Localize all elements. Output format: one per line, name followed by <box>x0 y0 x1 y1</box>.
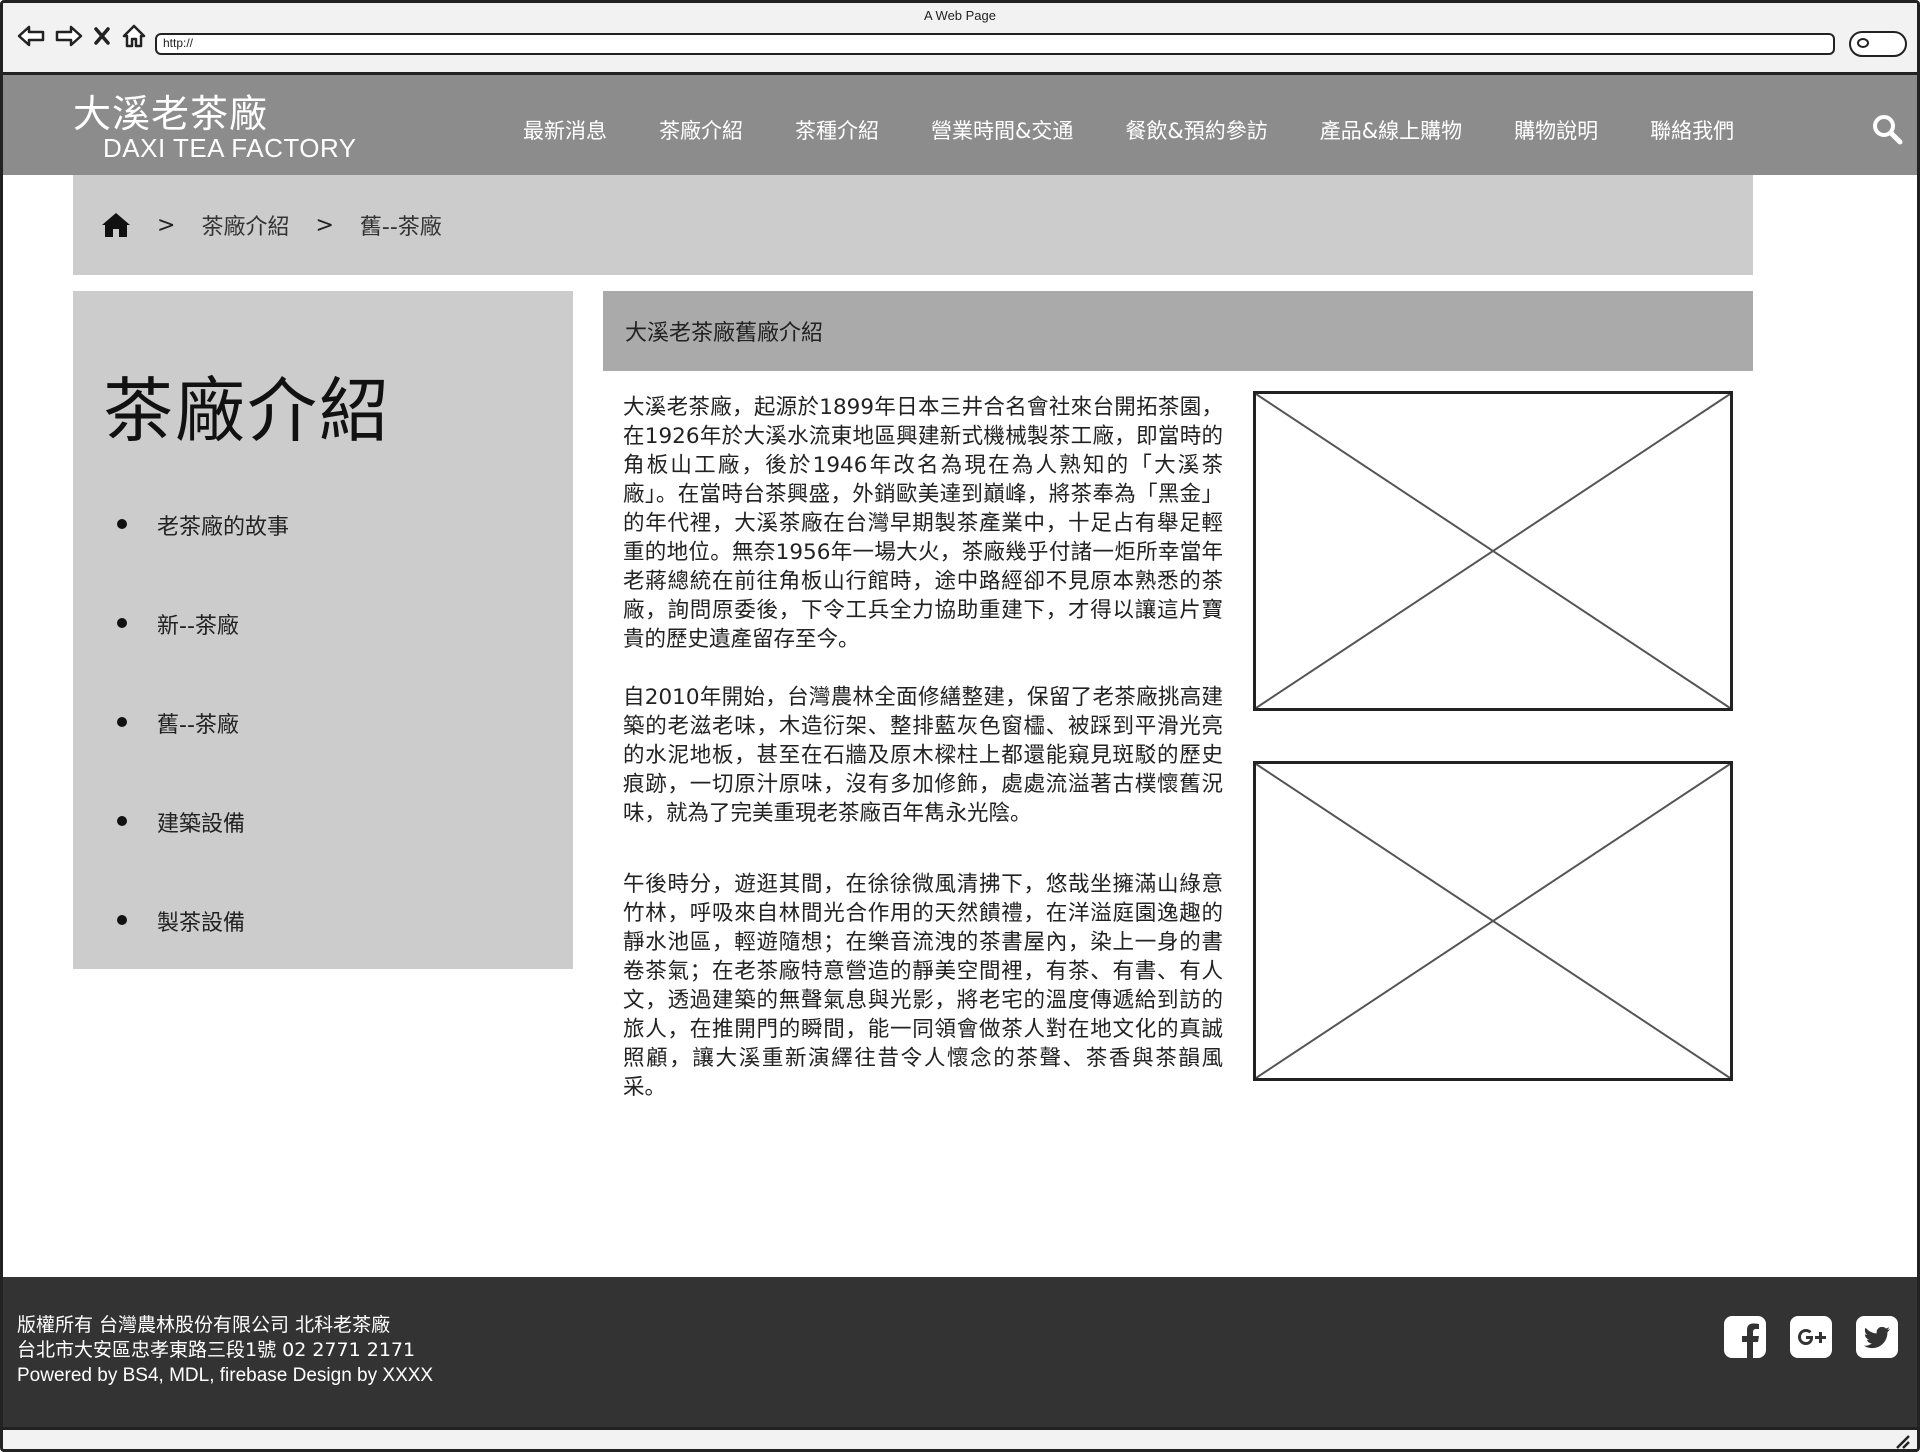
bullet-icon <box>117 519 127 529</box>
search-icon <box>1857 38 1869 48</box>
placeholder-cross-icon <box>1256 394 1730 708</box>
footer-copyright: 版權所有 台灣農林股份有限公司 北科老茶廠 <box>17 1314 391 1336</box>
facebook-icon[interactable] <box>1723 1315 1767 1359</box>
bullet-icon <box>117 915 127 925</box>
browser-nav-buttons <box>17 23 147 49</box>
logo-chinese[interactable]: 大溪老茶廠 <box>73 83 268 138</box>
nav-item-dining-booking[interactable]: 餐飲&預約參訪 <box>1125 115 1267 145</box>
home-icon[interactable] <box>121 23 147 49</box>
sidebar-item-story[interactable]: 老茶廠的故事 <box>117 509 289 608</box>
back-icon[interactable] <box>17 24 45 48</box>
sidebar-item-label: 製茶設備 <box>157 911 246 936</box>
sidebar-item-buildings[interactable]: 建築設備 <box>117 806 289 905</box>
breadcrumb-separator: > <box>315 212 334 238</box>
nav-item-factory-intro[interactable]: 茶廠介紹 <box>659 115 743 145</box>
resize-grip-icon[interactable] <box>1893 1434 1911 1450</box>
address-bar[interactable]: http:// <box>155 33 1835 55</box>
bullet-icon <box>117 816 127 826</box>
site-footer: 版權所有 台灣農林股份有限公司 北科老茶廠 台北市大安區忠孝東路三段1號 02 … <box>3 1277 1917 1427</box>
browser-window: A Web Page http:// 大溪老茶廠 DAXI TEA FACTOR… <box>0 0 1920 1452</box>
browser-search-field[interactable] <box>1849 31 1907 57</box>
search-icon[interactable] <box>1871 113 1903 145</box>
article-body: 大溪老茶廠，起源於1899年日本三井合名會社來台開拓茶園，在1926年於大溪水流… <box>623 393 1223 1131</box>
browser-statusbar <box>3 1427 1917 1450</box>
article-paragraph: 自2010年開始，台灣農林全面修繕整建，保留了老茶廠挑高建築的老滋老味，木造衍架… <box>623 685 1223 826</box>
browser-toolbar: A Web Page http:// <box>3 3 1917 75</box>
sidebar-menu: 老茶廠的故事 新--茶廠 舊--茶廠 建築設備 製茶設備 <box>117 509 289 1004</box>
nav-item-products-shop[interactable]: 產品&線上購物 <box>1320 115 1462 145</box>
content-heading: 大溪老茶廠舊廠介紹 <box>603 291 1753 371</box>
main-nav: 最新消息 茶廠介紹 茶種介紹 營業時間&交通 餐飲&預約參訪 產品&線上購物 購… <box>523 115 1734 145</box>
image-placeholder <box>1253 391 1733 711</box>
logo-english[interactable]: DAXI TEA FACTORY <box>103 133 357 164</box>
article-paragraph: 大溪老茶廠，起源於1899年日本三井合名會社來台開拓茶園，在1926年於大溪水流… <box>623 395 1223 652</box>
placeholder-cross-icon <box>1256 764 1730 1078</box>
social-links <box>1723 1315 1899 1359</box>
article-paragraph: 午後時分，遊逛其間，在徐徐微風清拂下，悠哉坐擁滿山綠意竹林，呼吸來自林間光合作用… <box>623 872 1223 1100</box>
forward-icon[interactable] <box>55 24 83 48</box>
nav-item-contact[interactable]: 聯絡我們 <box>1650 115 1734 145</box>
nav-item-news[interactable]: 最新消息 <box>523 115 607 145</box>
sidebar: 茶廠介紹 老茶廠的故事 新--茶廠 舊--茶廠 建築設備 製茶設備 <box>73 291 573 969</box>
breadcrumb-item-old-factory[interactable]: 舊--茶廠 <box>360 209 442 241</box>
sidebar-item-label: 建築設備 <box>157 812 246 837</box>
window-title: A Web Page <box>923 8 997 23</box>
breadcrumb-item-factory-intro[interactable]: 茶廠介紹 <box>201 209 289 241</box>
footer-info: 版權所有 台灣農林股份有限公司 北科老茶廠 台北市大安區忠孝東路三段1號 02 … <box>17 1313 433 1388</box>
nav-item-shopping-guide[interactable]: 購物說明 <box>1514 115 1598 145</box>
breadcrumb-separator: > <box>157 212 176 238</box>
sidebar-item-label: 舊--茶廠 <box>157 713 239 738</box>
footer-address: 台北市大安區忠孝東路三段1號 02 2771 2171 <box>17 1339 416 1361</box>
sidebar-item-new-factory[interactable]: 新--茶廠 <box>117 608 289 707</box>
sidebar-item-tea-equipment[interactable]: 製茶設備 <box>117 905 289 1004</box>
nav-item-hours-transport[interactable]: 營業時間&交通 <box>931 115 1073 145</box>
sidebar-item-label: 老茶廠的故事 <box>157 515 290 540</box>
google-plus-icon[interactable] <box>1789 1315 1833 1359</box>
sidebar-title: 茶廠介紹 <box>103 370 391 452</box>
bullet-icon <box>117 618 127 628</box>
footer-credits: Powered by BS4, MDL, firebase Design by … <box>17 1365 434 1386</box>
bullet-icon <box>117 717 127 727</box>
home-icon[interactable] <box>101 212 131 238</box>
twitter-icon[interactable] <box>1855 1315 1899 1359</box>
breadcrumb: > 茶廠介紹 > 舊--茶廠 <box>73 175 1753 275</box>
sidebar-item-old-factory[interactable]: 舊--茶廠 <box>117 707 289 806</box>
site-header: 大溪老茶廠 DAXI TEA FACTORY 最新消息 茶廠介紹 茶種介紹 營業… <box>3 75 1917 175</box>
close-icon[interactable] <box>93 26 111 46</box>
image-placeholder <box>1253 761 1733 1081</box>
sidebar-item-label: 新--茶廠 <box>157 614 239 639</box>
nav-item-tea-types[interactable]: 茶種介紹 <box>795 115 879 145</box>
